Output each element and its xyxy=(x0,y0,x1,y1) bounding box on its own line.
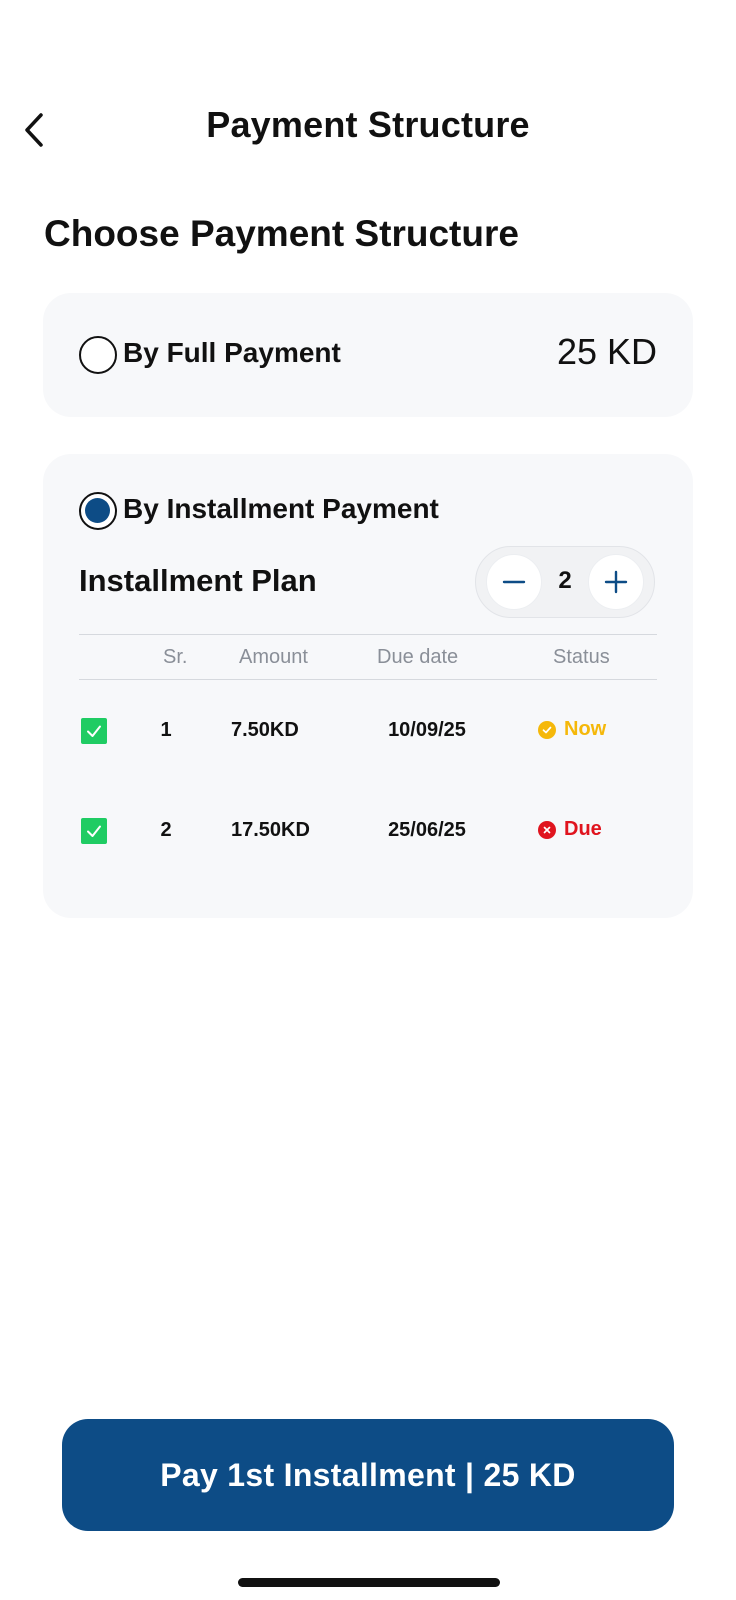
status-badge: Due xyxy=(538,818,602,841)
installment-payment-label[interactable]: By Installment Payment xyxy=(123,493,439,525)
minus-icon xyxy=(502,580,526,584)
status-text: Due xyxy=(564,818,602,840)
check-icon xyxy=(87,825,101,837)
decrease-button[interactable] xyxy=(486,554,542,610)
installment-table: Sr. Amount Due date Status 1 7.50KD 10/0… xyxy=(79,634,657,880)
installment-payment-radio[interactable] xyxy=(79,492,117,530)
header-sr: Sr. xyxy=(163,646,188,668)
table-row: 2 17.50KD 25/06/25 Due xyxy=(79,780,657,880)
full-payment-option[interactable]: By Full Payment 25 KD xyxy=(43,293,693,417)
home-indicator[interactable] xyxy=(238,1578,500,1587)
check-circle-icon xyxy=(538,720,556,739)
installment-count-stepper: 2 xyxy=(475,546,655,618)
section-title: Choose Payment Structure xyxy=(44,213,519,254)
status-badge: Now xyxy=(538,718,606,741)
pay-installment-button[interactable]: Pay 1st Installment | 25 KD xyxy=(62,1419,674,1531)
check-icon xyxy=(87,725,101,737)
installment-checkbox[interactable] xyxy=(81,718,107,744)
cell-sr: 1 xyxy=(160,719,172,741)
status-text: Now xyxy=(564,718,607,740)
page-title: Payment Structure xyxy=(206,104,530,145)
header-status: Status xyxy=(553,646,610,668)
x-circle-icon xyxy=(538,820,556,839)
header-amount: Amount xyxy=(239,646,308,668)
table-row: 1 7.50KD 10/09/25 Now xyxy=(79,680,657,780)
installment-payment-option[interactable]: By Installment Payment Installment Plan … xyxy=(43,454,693,918)
header-due-date: Due date xyxy=(377,646,459,668)
installment-plan-label: Installment Plan xyxy=(79,563,317,598)
plus-icon xyxy=(604,570,628,594)
full-payment-label[interactable]: By Full Payment xyxy=(123,337,341,369)
increase-button[interactable] xyxy=(588,554,644,610)
full-payment-radio[interactable] xyxy=(79,336,117,374)
table-header: Sr. Amount Due date Status xyxy=(79,634,657,680)
installment-checkbox[interactable] xyxy=(81,818,107,844)
cell-due-date: 10/09/25 xyxy=(388,719,466,741)
pay-installment-label: Pay 1st Installment | 25 KD xyxy=(160,1456,576,1493)
full-payment-price: 25 KD xyxy=(556,331,657,372)
cell-sr: 2 xyxy=(160,819,172,841)
cell-amount: 7.50KD xyxy=(231,719,299,741)
cell-due-date: 25/06/25 xyxy=(388,819,466,841)
installment-count-value: 2 xyxy=(558,567,572,594)
payment-structure-screen: Payment Structure Choose Payment Structu… xyxy=(0,0,736,1600)
cell-amount: 17.50KD xyxy=(231,819,310,841)
